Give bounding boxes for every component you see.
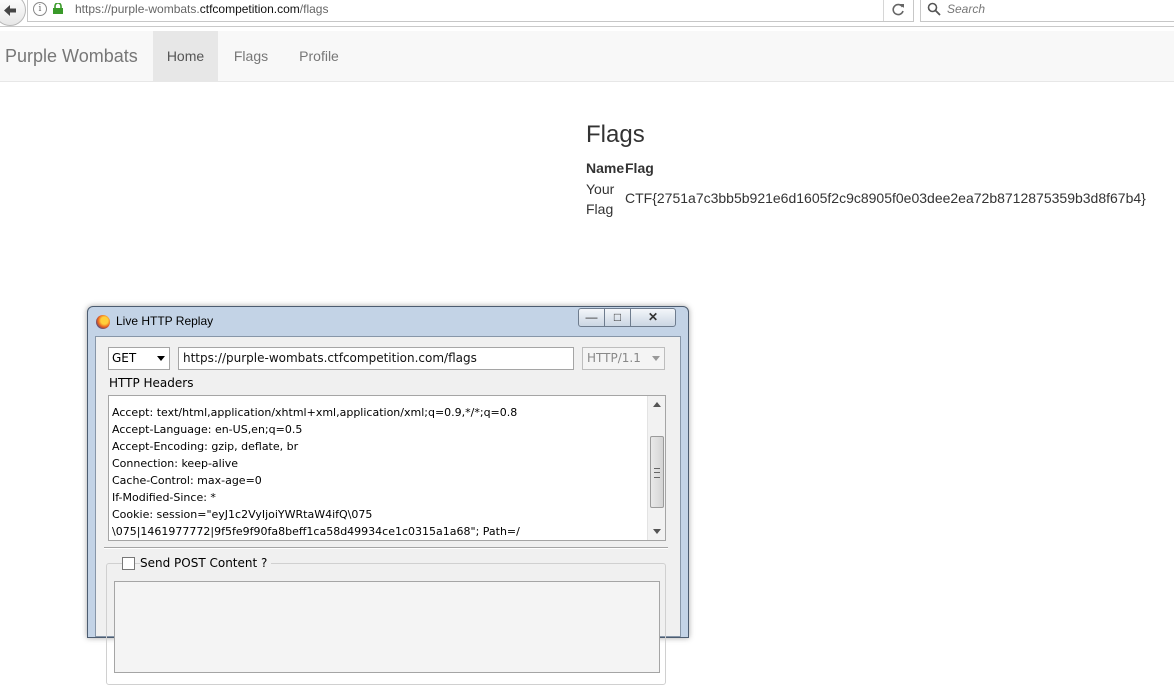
divider: [104, 547, 668, 549]
header-line: Connection: keep-alive: [112, 457, 239, 470]
reload-button[interactable]: [883, 0, 913, 21]
reload-icon: [892, 3, 904, 16]
nav-home[interactable]: Home: [153, 31, 218, 81]
header-line: Accept: text/html,application/xhtml+xml,…: [112, 406, 518, 419]
maximize-button[interactable]: □: [604, 308, 631, 327]
nav-flags[interactable]: Flags: [218, 31, 284, 81]
flag-value-cell: CTF{2751a7c3bb5b921e6d1605f2c9c8905f0e03…: [625, 190, 1146, 206]
grip-icon: [654, 468, 660, 478]
header-line: Accept-Encoding: gzip, deflate, br: [112, 440, 299, 453]
protocol-value: HTTP/1.1: [587, 351, 641, 365]
http-headers-label: HTTP Headers: [109, 376, 194, 390]
headers-scrollbar[interactable]: [647, 396, 665, 540]
send-post-checkbox[interactable]: [122, 557, 135, 570]
maximize-icon: □: [613, 310, 622, 324]
scroll-thumb[interactable]: [650, 436, 664, 508]
header-line: Cookie: session="eyJ1c2VyIjoiYWRtaW4ifQ\…: [112, 508, 373, 521]
send-post-label[interactable]: Send POST Content ?: [140, 556, 272, 570]
flag-name-cell: Your Flag: [586, 181, 615, 217]
header-line: If-Modified-Since: *: [112, 491, 216, 504]
close-button[interactable]: ✕: [630, 308, 676, 327]
search-icon: [927, 2, 941, 16]
scroll-down-icon[interactable]: [653, 529, 661, 534]
close-icon: ✕: [647, 310, 659, 324]
browser-toolbar: i https://purple-wombats.ctfcompetition.…: [0, 0, 1174, 27]
scroll-up-icon[interactable]: [653, 402, 661, 407]
info-icon[interactable]: i: [33, 2, 47, 16]
protocol-select[interactable]: HTTP/1.1: [582, 347, 665, 370]
table-header-flag: Flag: [625, 160, 654, 176]
request-url-value: https://purple-wombats.ctfcompetition.co…: [183, 351, 477, 365]
header-line: \075|1461977772|9f5fe9f90fa8beff1ca58d49…: [112, 525, 520, 538]
search-placeholder: Search: [947, 2, 986, 16]
header-line-clipped: [112, 396, 645, 404]
firefox-icon: [96, 315, 110, 329]
window-title: Live HTTP Replay: [116, 314, 214, 328]
live-http-replay-window: Live HTTP Replay — □ ✕ GET https://purpl…: [87, 306, 689, 685]
brand-link[interactable]: Purple Wombats: [5, 46, 138, 67]
header-line: Cache-Control: max-age=0: [112, 474, 262, 487]
window-client-area: GET https://purple-wombats.ctfcompetitio…: [95, 336, 681, 685]
minimize-icon: —: [585, 310, 598, 324]
back-button[interactable]: [0, 0, 26, 26]
header-lines: Accept: text/html,application/xhtml+xml,…: [112, 396, 645, 540]
method-select[interactable]: GET: [108, 347, 170, 370]
back-arrow-icon: [4, 5, 16, 16]
header-line: Accept-Language: en-US,en;q=0.5: [112, 423, 303, 436]
table-header-name: Name: [586, 160, 625, 176]
chevron-down-icon: [652, 356, 660, 361]
minimize-button[interactable]: —: [578, 308, 605, 327]
page-title: Flags: [586, 121, 645, 148]
request-url-input[interactable]: https://purple-wombats.ctfcompetition.co…: [178, 347, 574, 370]
method-value: GET: [112, 351, 137, 365]
post-content-textarea[interactable]: [114, 581, 660, 673]
chevron-down-icon: [157, 356, 165, 361]
nav-profile[interactable]: Profile: [284, 31, 354, 81]
http-headers-textarea[interactable]: Accept: text/html,application/xhtml+xml,…: [108, 395, 666, 541]
search-box[interactable]: Search: [920, 0, 1174, 22]
address-bar[interactable]: i https://purple-wombats.ctfcompetition.…: [27, 0, 914, 22]
site-navbar: Purple Wombats Home Flags Profile: [0, 31, 1174, 82]
lock-icon[interactable]: [53, 3, 63, 14]
url-text[interactable]: https://purple-wombats.ctfcompetition.co…: [75, 2, 328, 16]
